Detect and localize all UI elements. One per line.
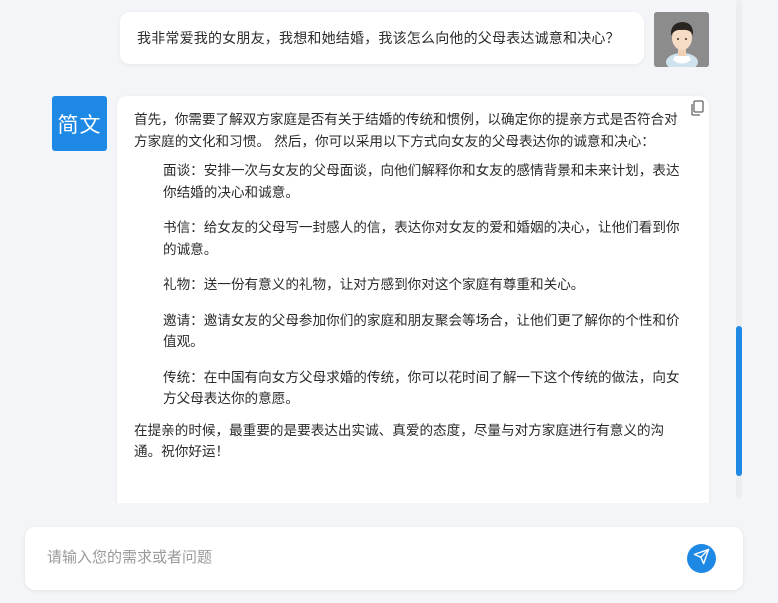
bot-message-bubble: 首先，你需要了解双方家庭是否有关于结婚的传统和惯例，以确定你的提亲方式是否符合对…: [117, 96, 709, 503]
send-button[interactable]: [687, 544, 716, 573]
bot-list-item: 礼物：送一份有意义的礼物，让对方感到你对这个家庭有尊重和关心。: [163, 277, 585, 293]
bot-outro-text: 在提亲的时候，最重要的是要表达出实诚、真爱的态度，尽量与对方家庭进行有意义的沟通…: [134, 422, 665, 461]
copy-icon[interactable]: [690, 100, 704, 116]
chat-area[interactable]: 我非常爱我的女朋友，我想和她结婚，我该怎么向他的父母表达诚意和决心？ 简文 首先…: [0, 0, 738, 503]
bot-intro-text: 首先，你需要了解双方家庭是否有关于结婚的传统和惯例，以确定你的提亲方式是否符合对…: [134, 112, 678, 150]
bot-list-item: 书信：给女友的父母写一封感人的信，表达你对女友的爱和婚姻的决心，让他们看到你的诚…: [163, 220, 680, 258]
message-input[interactable]: [45, 527, 679, 587]
input-bar: [25, 527, 743, 590]
bot-list-item: 传统：在中国有向女方父母求婚的传统，你可以花时间了解一下这个传统的做法，向女方父…: [163, 369, 680, 408]
user-avatar-icon: [654, 12, 709, 67]
bot-avatar: 简文: [52, 96, 107, 151]
scrollbar-thumb[interactable]: [736, 326, 742, 476]
bot-avatar-text: 简文: [57, 112, 102, 137]
bot-list-item: 邀请：邀请女友的父母参加你们的家庭和朋友聚会等场合，让他们更了解你的个性和价值观…: [163, 312, 680, 351]
bot-list-item: 面谈：安排一次与女友的父母面谈，向他们解释你和女友的感情背景和未来计划，表达你结…: [163, 163, 680, 201]
send-icon: [693, 548, 710, 569]
user-message-bubble: 我非常爱我的女朋友，我想和她结婚，我该怎么向他的父母表达诚意和决心？: [120, 12, 644, 64]
user-message-text: 我非常爱我的女朋友，我想和她结婚，我该怎么向他的父母表达诚意和决心？: [137, 31, 620, 47]
